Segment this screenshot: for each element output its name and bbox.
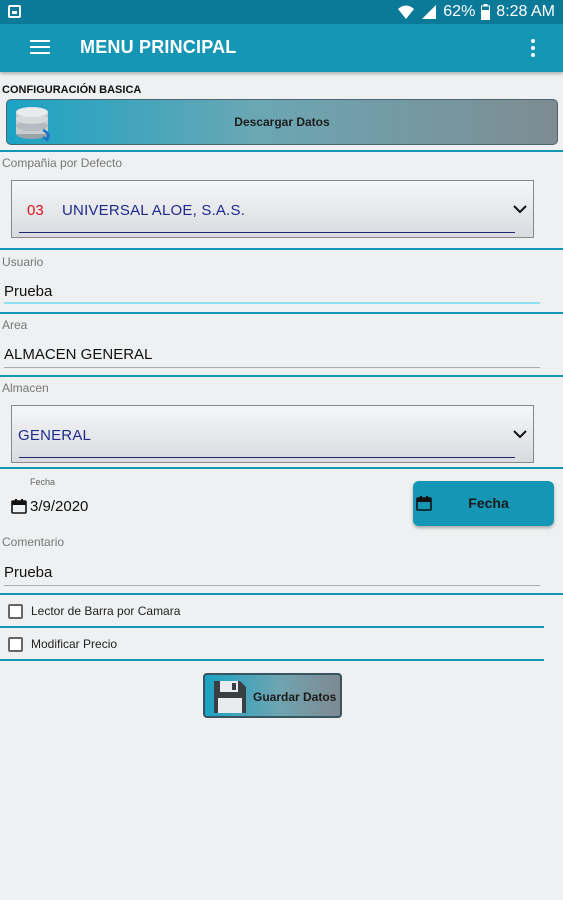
divider	[0, 467, 563, 469]
floppy-disk-icon	[214, 681, 246, 713]
user-field[interactable]: Prueba	[4, 283, 52, 300]
date-picker-button[interactable]: Fecha	[413, 481, 554, 526]
barcode-camera-checkbox[interactable]	[8, 603, 23, 619]
dropdown-underline	[19, 232, 515, 233]
divider	[0, 150, 563, 152]
warehouse-name: GENERAL	[18, 427, 92, 444]
divider	[0, 375, 563, 377]
overflow-menu-icon[interactable]	[531, 39, 535, 57]
modify-price-checkbox[interactable]	[8, 636, 23, 652]
comment-label: Comentario	[2, 535, 65, 549]
hamburger-menu-icon[interactable]	[30, 40, 50, 56]
chevron-down-icon	[513, 205, 527, 214]
status-bar: 62% 8:28 AM	[0, 0, 563, 24]
battery-icon	[481, 4, 491, 20]
date-picker-label: Fecha	[468, 495, 509, 511]
company-name: UNIVERSAL ALOE, S.A.S.	[62, 202, 246, 219]
company-code: 03	[27, 202, 44, 219]
page-title: MENU PRINCIPAL	[80, 37, 237, 57]
save-data-label: Guardar Datos	[253, 690, 337, 704]
comment-field-underline	[4, 585, 540, 586]
divider	[0, 312, 563, 314]
company-label: Compañia por Defecto	[2, 156, 123, 170]
area-field[interactable]: ALMACEN GENERAL	[4, 346, 152, 363]
download-data-button[interactable]: Descargar Datos	[6, 99, 558, 145]
chevron-down-icon	[513, 430, 527, 439]
comment-field[interactable]: Prueba	[4, 564, 52, 581]
warehouse-dropdown[interactable]: GENERAL	[11, 405, 534, 463]
divider	[0, 593, 563, 595]
date-value[interactable]: 3/9/2020	[30, 498, 88, 515]
user-field-underline	[4, 302, 540, 304]
user-label: Usuario	[2, 255, 44, 269]
wifi-icon	[398, 5, 415, 19]
status-right: 62% 8:28 AM	[397, 2, 555, 22]
barcode-camera-checkbox-row[interactable]: Lector de Barra por Camara	[8, 601, 180, 621]
company-dropdown[interactable]: 03 UNIVERSAL ALOE, S.A.S.	[11, 180, 534, 238]
dropdown-underline	[19, 457, 515, 458]
download-data-label: Descargar Datos	[234, 115, 330, 129]
divider	[0, 248, 563, 250]
save-data-button[interactable]: Guardar Datos	[203, 673, 342, 718]
modify-price-checkbox-row[interactable]: Modificar Precio	[8, 634, 117, 654]
area-label: Area	[2, 318, 28, 332]
app-bar: MENU PRINCIPAL	[0, 24, 563, 72]
barcode-camera-label: Lector de Barra por Camara	[31, 604, 181, 618]
warehouse-label: Almacen	[2, 381, 49, 395]
clock: 8:28 AM	[496, 3, 555, 20]
checkbox-underline	[0, 659, 544, 661]
checkbox-underline	[0, 626, 544, 628]
notification-image-icon	[8, 5, 21, 18]
section-title: CONFIGURACIÓN BASICA	[2, 84, 142, 96]
date-caption: Fecha	[30, 477, 56, 487]
modify-price-label: Modificar Precio	[31, 637, 118, 651]
calendar-icon	[416, 496, 432, 511]
area-field-underline	[4, 367, 540, 368]
signal-icon	[422, 5, 437, 19]
calendar-icon	[11, 499, 27, 514]
battery-percentage: 62%	[443, 3, 476, 20]
